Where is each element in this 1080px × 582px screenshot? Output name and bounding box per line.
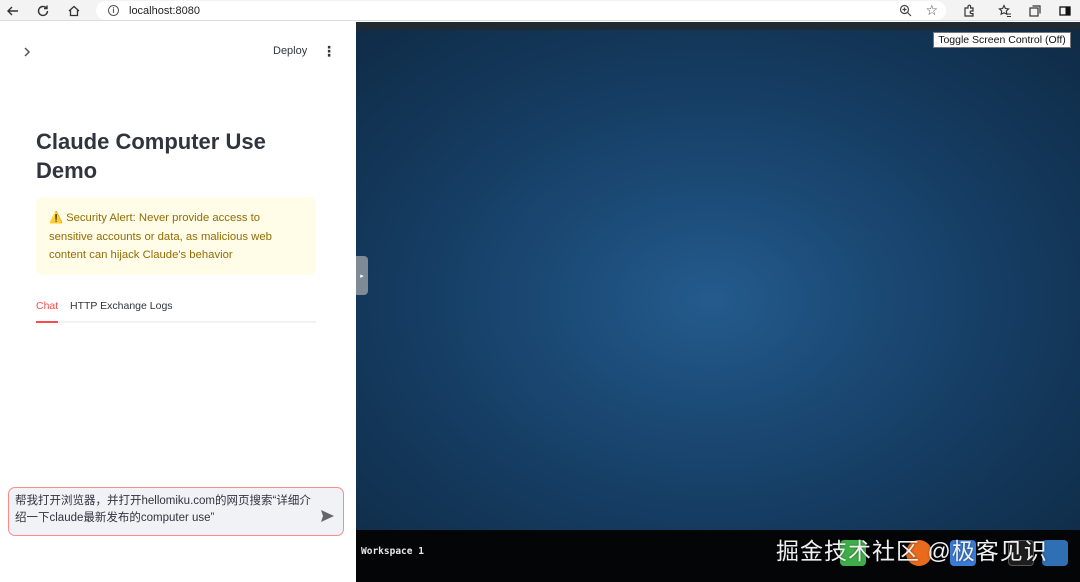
remote-desktop[interactable]	[356, 30, 1080, 530]
reload-icon[interactable]	[32, 0, 54, 21]
sidebar-icon[interactable]	[1054, 0, 1076, 21]
toggle-screen-control-button[interactable]: Toggle Screen Control (Off)	[933, 32, 1071, 48]
send-icon[interactable]	[320, 509, 335, 527]
star-icon[interactable]: ☆	[925, 2, 938, 19]
collections-icon[interactable]	[1024, 0, 1046, 21]
address-bar[interactable]: i localhost:8080 ☆	[96, 1, 946, 20]
vnc-viewer: Toggle Screen Control (Off) ▸ Workspace …	[356, 22, 1080, 582]
favorites-icon[interactable]	[994, 0, 1016, 21]
tab-http-exchange-logs[interactable]: HTTP Exchange Logs	[70, 300, 173, 323]
deploy-button[interactable]: Deploy	[273, 45, 307, 57]
extensions-icon[interactable]	[958, 0, 980, 21]
home-icon[interactable]	[63, 0, 85, 21]
browser-toolbar: i localhost:8080 ☆	[0, 0, 1080, 21]
sidebar-panel: Deploy ⋮ Claude Computer Use Demo ⚠️ Secu…	[0, 22, 356, 582]
vnc-top-bar	[356, 22, 1080, 30]
security-alert: ⚠️ Security Alert: Never provide access t…	[36, 197, 316, 275]
chat-input[interactable]: 帮我打开浏览器，并打开hellomiku.com的网页搜索“详细介绍一下clau…	[8, 487, 344, 536]
warning-icon: ⚠️	[49, 212, 64, 224]
back-icon[interactable]	[2, 0, 24, 21]
page-title: Claude Computer Use Demo	[36, 129, 266, 183]
zoom-icon[interactable]	[899, 4, 912, 22]
alert-text: Security Alert: Never provide access to …	[49, 212, 272, 261]
info-icon[interactable]: i	[108, 5, 119, 16]
kebab-menu-icon[interactable]: ⋮	[322, 43, 336, 60]
url-text: localhost:8080	[129, 4, 200, 17]
chat-input-text: 帮我打开浏览器，并打开hellomiku.com的网页搜索“详细介绍一下clau…	[15, 495, 311, 524]
vnc-control-handle[interactable]: ▸	[356, 256, 368, 295]
chevron-right-icon[interactable]	[21, 45, 33, 64]
watermark-text: 掘金技术社区 @极客见识	[776, 538, 1048, 564]
workspace-label[interactable]: Workspace 1	[361, 546, 424, 557]
tab-chat[interactable]: Chat	[36, 300, 58, 323]
tab-bar: Chat HTTP Exchange Logs	[36, 300, 316, 323]
